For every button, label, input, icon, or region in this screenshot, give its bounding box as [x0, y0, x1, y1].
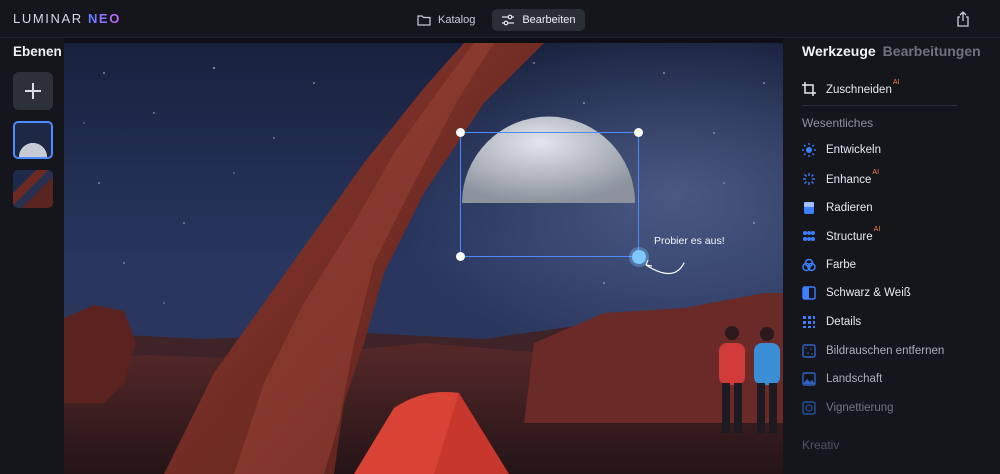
crop-icon [802, 82, 816, 96]
logo-accent: NEO [87, 11, 121, 26]
eraser-icon [804, 202, 814, 214]
tool-label: Radieren [826, 202, 873, 214]
resize-handle-top-right[interactable] [634, 128, 643, 137]
tab-katalog[interactable]: Katalog [408, 9, 484, 31]
landscape-photo [64, 43, 783, 474]
resize-handle-bottom-left[interactable] [456, 252, 465, 261]
top-bar: LUMINAR NEO Katalog Bearbeiten [0, 0, 1000, 38]
tool-bildrauschen[interactable]: Bildrauschen entfernen [802, 340, 944, 362]
details-grid-icon [803, 316, 815, 328]
tool-radieren[interactable]: Radieren [802, 197, 873, 219]
tool-label: Zuschneiden [826, 83, 892, 96]
tool-label: Bildrauschen entfernen [826, 345, 945, 357]
hint-label: Probier es aus! [654, 235, 725, 247]
tool-farbe[interactable]: Farbe [802, 254, 856, 276]
tool-label: Entwickeln [826, 144, 881, 156]
ai-badge: AI [872, 168, 880, 176]
sliders-icon [502, 14, 515, 26]
tool-label: Farbe [826, 259, 857, 271]
tool-structure[interactable]: StructureAI [802, 225, 880, 247]
ai-badge: AI [892, 78, 900, 86]
folder-icon [417, 15, 431, 26]
tab-werkzeuge[interactable]: Werkzeuge [802, 43, 876, 59]
tool-label: Vignettierung [826, 402, 894, 414]
tool-label: Enhance [826, 173, 872, 186]
tool-enhance[interactable]: EnhanceAI [802, 168, 879, 190]
layers-panel: Ebenen [0, 38, 64, 474]
ai-badge: AI [873, 225, 881, 233]
structure-icon [803, 231, 815, 241]
tool-details[interactable]: Details [802, 311, 861, 333]
divider [802, 105, 957, 106]
share-icon[interactable] [956, 11, 970, 27]
tool-label: Landschaft [826, 373, 883, 385]
noise-icon [802, 344, 816, 358]
tab-bearbeiten[interactable]: Bearbeiten [492, 9, 585, 31]
crop-selection-box[interactable] [456, 128, 646, 264]
tool-vignettierung[interactable]: Vignettierung [802, 397, 894, 419]
resize-handle-bottom-right[interactable] [632, 250, 646, 264]
app-logo: LUMINAR NEO [13, 11, 121, 26]
resize-handle-top-left[interactable] [456, 128, 465, 137]
landscape-icon [802, 372, 816, 386]
section-essentials: Wesentliches [802, 116, 874, 130]
vignette-icon [802, 401, 816, 415]
layer-thumbnail-landscape[interactable] [13, 170, 53, 208]
section-creative: Kreativ [802, 438, 840, 452]
image-canvas[interactable] [64, 43, 783, 474]
tools-panel: Werkzeuge Bearbeitungen ZuschneidenAI We… [783, 38, 1000, 474]
tool-label: Schwarz & Weiß [826, 287, 911, 299]
mode-tabs: Katalog Bearbeiten [408, 9, 585, 31]
layers-title: Ebenen [13, 44, 62, 59]
black-white-icon [802, 286, 816, 300]
tool-zuschneiden[interactable]: ZuschneidenAI [802, 78, 899, 100]
tool-label: Details [826, 316, 862, 328]
tool-entwickeln[interactable]: Entwickeln [802, 139, 881, 161]
tab-label: Bearbeiten [522, 14, 576, 26]
tool-schwarz-weiss[interactable]: Schwarz & Weiß [802, 282, 911, 304]
layer-thumbnail-moon[interactable] [13, 121, 53, 159]
tool-label: Structure [826, 230, 873, 243]
sparkle-icon [803, 173, 815, 185]
color-circles-icon [802, 258, 816, 272]
tools-tabs: Werkzeuge Bearbeitungen [802, 43, 981, 59]
tab-bearbeitungen[interactable]: Bearbeitungen [883, 43, 981, 59]
logo-text: LUMINAR [13, 11, 83, 26]
tool-landschaft[interactable]: Landschaft [802, 368, 882, 390]
sun-icon [802, 143, 816, 157]
add-layer-button[interactable] [13, 72, 53, 110]
tab-label: Katalog [438, 14, 476, 26]
